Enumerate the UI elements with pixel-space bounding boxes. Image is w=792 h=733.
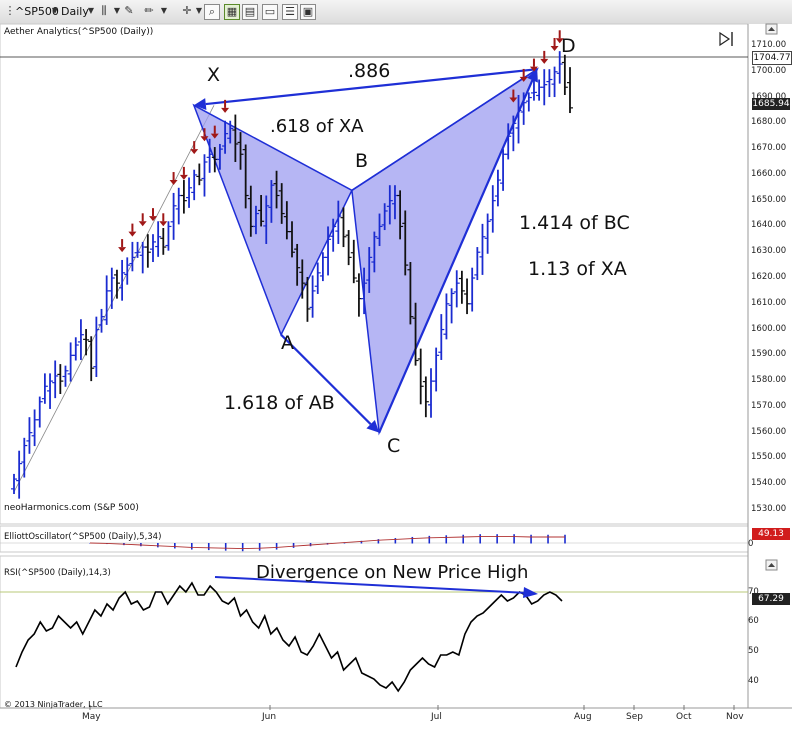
price-tick-label: 1530.00: [751, 504, 787, 514]
ab-ratio-label: .618 of XA: [270, 116, 364, 137]
price-tick-label: 1670.00: [751, 143, 787, 154]
x-tick-nov: Nov: [726, 712, 744, 722]
x-tick-aug: Aug: [574, 712, 592, 722]
price-tick-label: 1640.00: [751, 220, 787, 231]
price-tick-label: 1610.00: [751, 297, 787, 308]
price-tick-label: 1570.00: [751, 400, 787, 411]
price-tick-label: 1560.00: [751, 426, 787, 437]
copyright-label: © 2013 NinjaTrader, LLC: [4, 700, 103, 709]
collapse-price-panel-icon[interactable]: [765, 23, 778, 35]
price-tick-label: 1630.00: [751, 246, 787, 257]
price-tick-label: 1700.00: [751, 65, 787, 76]
chart-window: { "toolbar": { "symbol": "^SP500", "inte…: [0, 0, 792, 733]
x-tick-oct: Oct: [676, 712, 692, 722]
xd-ratio-label: .886: [348, 60, 391, 82]
collapse-rsi-panel-icon[interactable]: [765, 559, 778, 571]
price-tick-label: 1680.00: [751, 117, 787, 128]
price-tick-label: 1540.00: [751, 478, 787, 489]
point-a-label: A: [281, 332, 294, 354]
rsi-tick-40: 40: [748, 676, 759, 686]
rsi-value-badge: 67.29: [752, 593, 790, 605]
price-tick-label: 1590.00: [751, 349, 787, 360]
oscillator-panel-title: ElliottOscillator(^SP500 (Daily),5,34): [4, 532, 162, 542]
point-b-label: B: [355, 150, 369, 172]
price-tick-label: 1620.00: [751, 272, 787, 282]
oscillator-zero-tick: 0: [748, 539, 754, 549]
rsi-tick-60: 60: [748, 616, 759, 626]
chart-canvas: [0, 23, 792, 710]
oscillator-value-badge: 49.13: [752, 528, 790, 540]
last-price-marker: 1685.94: [752, 98, 790, 110]
x-tick-jul: Jul: [431, 712, 442, 722]
price-tick-label: 1710.00: [751, 40, 787, 50]
cd-bc-ratio-label: 1.414 of BC: [519, 212, 630, 234]
x-tick-sep: Sep: [626, 712, 643, 722]
price-tick-label: 1580.00: [751, 375, 787, 386]
watermark-label: neoHarmonics.com (S&P 500): [4, 503, 139, 513]
divergence-label: Divergence on New Price High: [256, 562, 529, 583]
price-tick-label: 1660.00: [751, 168, 787, 179]
x-tick-may: May: [82, 712, 101, 722]
point-d-label: D: [561, 35, 576, 57]
bc-ratio-label: 1.618 of AB: [224, 392, 335, 414]
point-c-label: C: [387, 435, 401, 457]
price-tick-label: 1600.00: [751, 323, 787, 334]
price-tick-label: 1550.00: [751, 452, 787, 463]
rsi-tick-50: 50: [748, 646, 759, 656]
x-tick-jun: Jun: [262, 712, 277, 722]
rsi-panel-title: RSI(^SP500 (Daily),14,3): [4, 568, 111, 578]
price-tick-label: 1650.00: [751, 194, 787, 205]
recent-high-marker: 1704.77: [752, 51, 792, 65]
price-panel-title: Aether Analytics(^SP500 (Daily)): [4, 27, 154, 37]
point-x-label: X: [207, 64, 221, 86]
cd-xa-ratio-label: 1.13 of XA: [528, 258, 627, 280]
